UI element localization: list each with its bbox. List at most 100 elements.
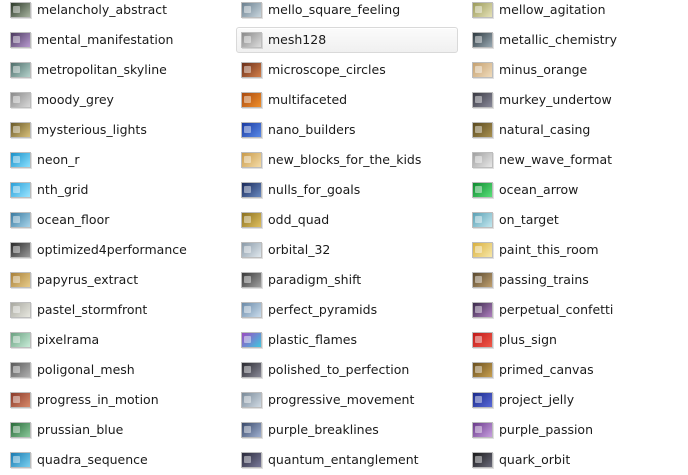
list-item[interactable]: prussian_blue — [0, 415, 231, 445]
list-item[interactable]: perfect_pyramids — [231, 295, 462, 325]
list-item[interactable]: poligonal_mesh — [0, 355, 231, 385]
list-item-label: on_target — [499, 212, 559, 227]
list-item[interactable]: ocean_arrow — [462, 175, 688, 205]
list-item[interactable]: paradigm_shift — [231, 265, 462, 295]
preset-thumbnail-icon — [10, 302, 31, 318]
preset-thumbnail-icon — [10, 362, 31, 378]
preset-thumbnail-icon — [10, 62, 31, 78]
list-item-label: plus_sign — [499, 332, 557, 347]
list-item[interactable]: new_wave_format — [462, 145, 688, 175]
preset-thumbnail-icon — [241, 392, 262, 408]
list-item[interactable]: project_jelly — [462, 385, 688, 415]
list-item-label: perfect_pyramids — [268, 302, 378, 317]
list-item[interactable]: moody_grey — [0, 85, 231, 115]
list-item-label: pixelrama — [37, 332, 100, 347]
list-item[interactable]: papyrus_extract — [0, 265, 231, 295]
preset-thumbnail-icon — [10, 422, 31, 438]
preset-thumbnail-icon — [241, 362, 262, 378]
preset-thumbnail-icon — [472, 182, 493, 198]
list-item-label: papyrus_extract — [37, 272, 139, 287]
list-item[interactable]: pixelrama — [0, 325, 231, 355]
list-item[interactable]: polished_to_perfection — [231, 355, 462, 385]
list-item-label: mellow_agitation — [499, 2, 606, 17]
list-item[interactable]: nth_grid — [0, 175, 231, 205]
list-item[interactable]: nulls_for_goals — [231, 175, 462, 205]
list-item-label: progressive_movement — [268, 392, 415, 407]
list-item-label: perpetual_confetti — [499, 302, 614, 317]
list-item[interactable]: mello_square_feeling — [231, 0, 462, 25]
list-item[interactable]: pastel_stormfront — [0, 295, 231, 325]
list-item-label: microscope_circles — [268, 62, 386, 77]
list-item[interactable]: mental_manifestation — [0, 25, 231, 55]
list-item-label: mesh128 — [268, 32, 327, 47]
preset-thumbnail-icon — [10, 242, 31, 258]
list-item[interactable]: purple_breaklines — [231, 415, 462, 445]
list-item[interactable]: paint_this_room — [462, 235, 688, 265]
preset-thumbnail-icon — [10, 2, 31, 18]
list-item-label: metropolitan_skyline — [37, 62, 167, 77]
list-item-label: progress_in_motion — [37, 392, 159, 407]
preset-thumbnail-icon — [10, 122, 31, 138]
list-item[interactable]: purple_passion — [462, 415, 688, 445]
list-item-label: plastic_flames — [268, 332, 357, 347]
list-item[interactable]: on_target — [462, 205, 688, 235]
list-item[interactable]: quadra_sequence — [0, 445, 231, 475]
list-item-label: paradigm_shift — [268, 272, 362, 287]
list-item[interactable]: perpetual_confetti — [462, 295, 688, 325]
list-item-label: poligonal_mesh — [37, 362, 135, 377]
list-item[interactable]: mysterious_lights — [0, 115, 231, 145]
list-item[interactable]: progressive_movement — [231, 385, 462, 415]
list-item[interactable]: passing_trains — [462, 265, 688, 295]
preset-thumbnail-icon — [10, 92, 31, 108]
preset-thumbnail-icon — [241, 2, 262, 18]
preset-thumbnail-icon — [472, 2, 493, 18]
list-item[interactable]: neon_r — [0, 145, 231, 175]
preset-thumbnail-icon — [10, 452, 31, 468]
preset-thumbnail-icon — [472, 332, 493, 348]
list-item[interactable]: primed_canvas — [462, 355, 688, 385]
list-item[interactable]: plastic_flames — [231, 325, 462, 355]
preset-thumbnail-icon — [472, 152, 493, 168]
list-item-label: multifaceted — [268, 92, 348, 107]
list-item-label: melancholy_abstract — [37, 2, 168, 17]
preset-thumbnail-icon — [10, 212, 31, 228]
list-item[interactable]: melancholy_abstract — [0, 0, 231, 25]
list-item[interactable]: quark_orbit — [462, 445, 688, 475]
list-item[interactable]: mellow_agitation — [462, 0, 688, 25]
list-item-label: pastel_stormfront — [37, 302, 148, 317]
list-item[interactable]: mesh128 — [231, 25, 462, 55]
list-item-label: nano_builders — [268, 122, 356, 137]
list-item-label: quark_orbit — [499, 452, 571, 467]
list-item[interactable]: metropolitan_skyline — [0, 55, 231, 85]
preset-thumbnail-icon — [472, 422, 493, 438]
list-item-label: optimized4performance — [37, 242, 187, 257]
preset-thumbnail-icon — [472, 302, 493, 318]
list-item-label: passing_trains — [499, 272, 589, 287]
list-item[interactable]: metallic_chemistry — [462, 25, 688, 55]
list-item[interactable]: progress_in_motion — [0, 385, 231, 415]
list-item[interactable]: quantum_entanglement — [231, 445, 462, 475]
preset-thumbnail-icon — [10, 152, 31, 168]
list-item-label: quadra_sequence — [37, 452, 148, 467]
preset-thumbnail-icon — [241, 152, 262, 168]
list-item[interactable]: nano_builders — [231, 115, 462, 145]
list-item[interactable]: multifaceted — [231, 85, 462, 115]
list-item[interactable]: minus_orange — [462, 55, 688, 85]
list-item[interactable]: new_blocks_for_the_kids — [231, 145, 462, 175]
list-item-label: mental_manifestation — [37, 32, 174, 47]
list-item[interactable]: odd_quad — [231, 205, 462, 235]
preset-thumbnail-icon — [241, 122, 262, 138]
list-item[interactable]: orbital_32 — [231, 235, 462, 265]
preset-file-grid: melancholy_abstract mello_square_feeling m… — [0, 0, 688, 468]
list-item[interactable]: plus_sign — [462, 325, 688, 355]
list-item[interactable]: murkey_undertow — [462, 85, 688, 115]
list-item[interactable]: ocean_floor — [0, 205, 231, 235]
preset-thumbnail-icon — [472, 32, 493, 48]
preset-thumbnail-icon — [241, 92, 262, 108]
list-item-label: moody_grey — [37, 92, 114, 107]
preset-thumbnail-icon — [472, 272, 493, 288]
list-item[interactable]: optimized4performance — [0, 235, 231, 265]
list-item[interactable]: natural_casing — [462, 115, 688, 145]
list-item-label: purple_breaklines — [268, 422, 379, 437]
list-item[interactable]: microscope_circles — [231, 55, 462, 85]
